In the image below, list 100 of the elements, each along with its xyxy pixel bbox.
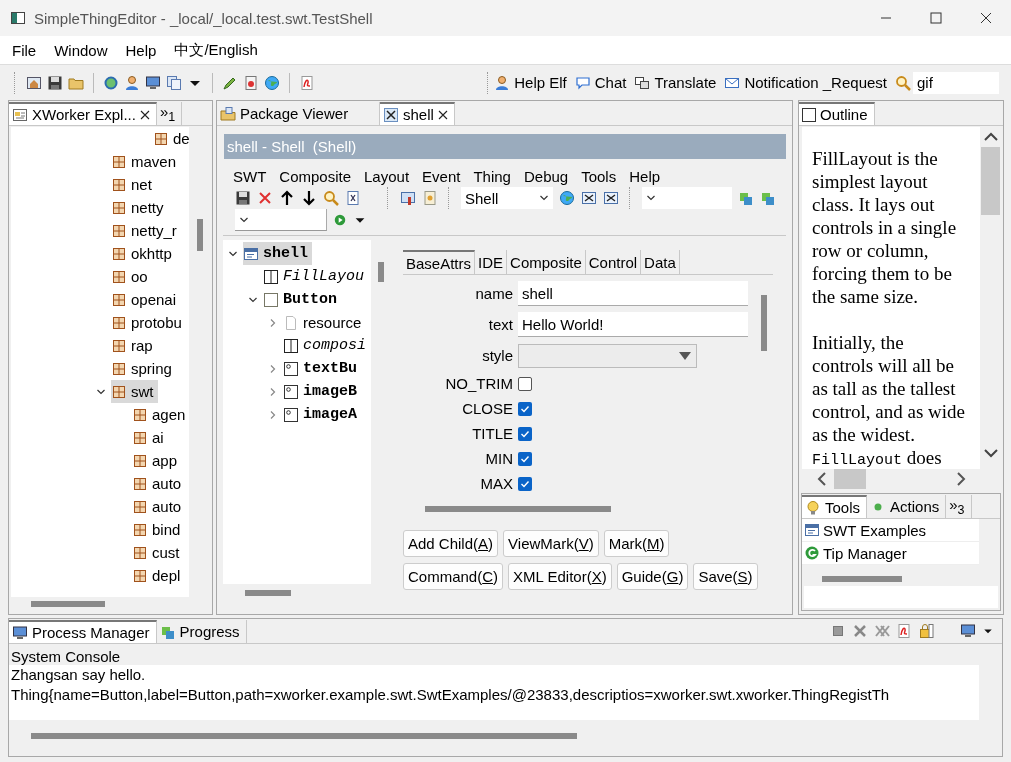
action-button[interactable]: Command(C) bbox=[403, 563, 504, 590]
document-icon[interactable] bbox=[243, 74, 259, 91]
checkbox[interactable] bbox=[518, 376, 532, 391]
panel-tab[interactable]: XWorker Expl... bbox=[9, 102, 157, 125]
save-icon[interactable] bbox=[235, 190, 251, 206]
close-icon[interactable] bbox=[139, 109, 150, 120]
attribute-tab[interactable]: IDE bbox=[475, 250, 508, 274]
scrollbar-thumb[interactable] bbox=[31, 601, 105, 607]
maximize-icon[interactable] bbox=[930, 12, 942, 24]
play-icon[interactable] bbox=[333, 213, 347, 227]
checkbox[interactable] bbox=[518, 426, 532, 441]
attribute-tab[interactable]: Control bbox=[585, 250, 642, 274]
monitor-icon[interactable] bbox=[145, 74, 161, 91]
console-tab[interactable]: Process Manager bbox=[9, 620, 157, 643]
tree-item[interactable]: de bbox=[153, 127, 189, 150]
toolbar-link[interactable]: Notification _Request bbox=[724, 74, 887, 91]
menu-item[interactable]: Help bbox=[116, 41, 166, 59]
menu-item[interactable]: Tools bbox=[581, 168, 630, 185]
tree-item[interactable]: resource bbox=[283, 311, 362, 334]
scrollbar-thumb[interactable] bbox=[425, 506, 611, 512]
menu-item[interactable]: SWT bbox=[233, 168, 280, 185]
text-field[interactable]: Hello World! bbox=[518, 312, 748, 337]
pdf-icon[interactable] bbox=[896, 623, 912, 639]
squares-icon[interactable] bbox=[738, 190, 754, 206]
tree-item[interactable]: Button bbox=[263, 288, 337, 311]
text-field[interactable]: shell bbox=[518, 281, 748, 306]
scrollbar-thumb[interactable] bbox=[378, 262, 384, 282]
tree-item[interactable]: oo bbox=[111, 265, 148, 288]
pages-icon[interactable] bbox=[166, 74, 182, 91]
tree-item[interactable]: agen bbox=[132, 403, 186, 426]
remove-icon[interactable] bbox=[852, 623, 868, 639]
tree-item[interactable]: openai bbox=[111, 288, 177, 311]
action-button[interactable]: Save(S) bbox=[693, 563, 758, 590]
editor-tab[interactable]: Package Viewer bbox=[217, 102, 380, 125]
tool-item[interactable]: SWT Examples bbox=[802, 519, 979, 542]
tree-item[interactable]: swt bbox=[111, 380, 158, 403]
checkbox[interactable] bbox=[518, 401, 532, 416]
menu-item[interactable]: Thing bbox=[473, 168, 524, 185]
outline-tab[interactable]: Outline bbox=[799, 102, 875, 125]
toolbar-link[interactable]: Help Elf bbox=[494, 74, 567, 91]
tree-item[interactable]: imageB bbox=[283, 380, 357, 403]
tree-item[interactable]: ai bbox=[132, 426, 164, 449]
globe-icon[interactable] bbox=[264, 74, 280, 91]
search-icon[interactable] bbox=[895, 74, 911, 91]
tree-item[interactable]: textBu bbox=[283, 357, 357, 380]
save-icon[interactable] bbox=[47, 74, 63, 91]
tree-item[interactable]: bind bbox=[132, 518, 181, 541]
menu-item[interactable]: File bbox=[3, 41, 46, 59]
person-icon[interactable] bbox=[124, 74, 140, 91]
tree-item[interactable]: shell bbox=[243, 242, 312, 265]
close-icon[interactable] bbox=[437, 109, 448, 120]
tree-item[interactable]: rap bbox=[111, 334, 153, 357]
tree-item[interactable]: netty bbox=[111, 196, 164, 219]
card-icon[interactable] bbox=[422, 190, 438, 206]
scrollbar-thumb[interactable] bbox=[245, 590, 291, 596]
checkbox[interactable] bbox=[518, 476, 532, 491]
tool-item[interactable]: Tip Manager bbox=[802, 542, 979, 565]
monitor-icon[interactable] bbox=[960, 623, 976, 639]
scroll-right-icon[interactable] bbox=[955, 471, 967, 487]
scrollbar-thumb[interactable] bbox=[981, 147, 1000, 215]
tree-item[interactable]: auto bbox=[132, 495, 182, 518]
tree-item[interactable]: cust bbox=[132, 541, 180, 564]
close-icon[interactable] bbox=[980, 12, 992, 24]
menu-item[interactable]: Layout bbox=[364, 168, 423, 185]
menu-item[interactable]: Window bbox=[45, 41, 117, 59]
up-arrow-icon[interactable] bbox=[279, 190, 295, 206]
action-button[interactable]: XML Editor(X) bbox=[508, 563, 612, 590]
action-button[interactable]: Guide(G) bbox=[616, 563, 689, 590]
search-icon[interactable] bbox=[323, 190, 339, 206]
scrollbar-thumb[interactable] bbox=[834, 469, 866, 489]
tree-item[interactable]: auto bbox=[132, 472, 182, 495]
tree-item[interactable]: FillLayou bbox=[263, 265, 364, 288]
toolbar-link[interactable]: Translate bbox=[634, 74, 717, 91]
remove-all-icon[interactable] bbox=[874, 623, 890, 639]
tree-item[interactable]: okhttp bbox=[111, 242, 172, 265]
menu-item[interactable]: Composite bbox=[279, 168, 365, 185]
pdf-icon[interactable] bbox=[299, 74, 315, 91]
editor-tab[interactable]: shell bbox=[380, 102, 455, 125]
menu-item[interactable]: Event bbox=[422, 168, 474, 185]
action-button[interactable]: Add Child(A) bbox=[403, 530, 499, 557]
scroll-down-icon[interactable] bbox=[982, 447, 999, 459]
scroll-left-icon[interactable] bbox=[816, 471, 828, 487]
scrollbar-thumb[interactable] bbox=[761, 295, 767, 351]
squares-icon[interactable] bbox=[760, 190, 776, 206]
scroll-up-icon[interactable] bbox=[982, 131, 999, 143]
tree-item[interactable]: netty_r bbox=[111, 219, 177, 242]
action-button[interactable]: ViewMark(V) bbox=[503, 530, 599, 557]
panel-tab[interactable]: »$_{3}$ bbox=[946, 495, 972, 518]
tree-item[interactable]: net bbox=[111, 173, 152, 196]
checkbox[interactable] bbox=[518, 451, 532, 466]
scrollbar-thumb[interactable] bbox=[822, 576, 902, 582]
tree-item[interactable]: depl bbox=[132, 564, 181, 587]
down-arrow-icon[interactable] bbox=[301, 190, 317, 206]
action-button[interactable]: Mark(M) bbox=[603, 530, 670, 557]
toolbar-link[interactable]: Chat bbox=[574, 74, 627, 91]
attribute-tab[interactable]: BaseAttrs bbox=[403, 250, 476, 274]
attribute-tab[interactable]: Data bbox=[641, 250, 680, 274]
scrollbar-thumb[interactable] bbox=[31, 733, 577, 739]
type-combo[interactable]: Shell bbox=[461, 187, 553, 209]
stop-icon[interactable] bbox=[830, 623, 846, 639]
